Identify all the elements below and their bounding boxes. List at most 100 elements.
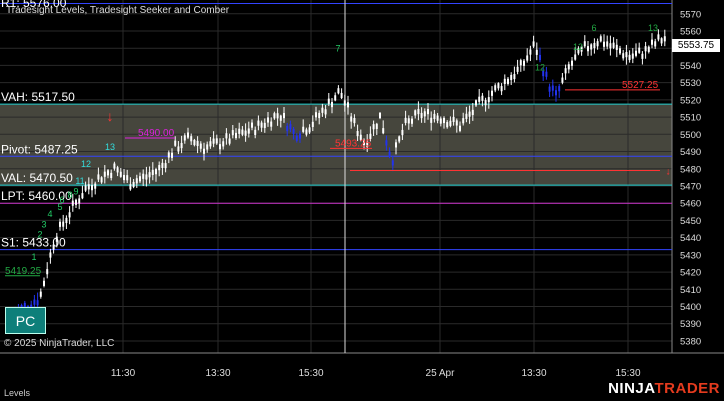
candle-body xyxy=(647,46,650,52)
candle-body xyxy=(244,130,247,136)
candle-body xyxy=(353,117,356,124)
candle-body xyxy=(65,217,68,224)
candle-body xyxy=(459,125,461,131)
candle-body xyxy=(654,41,657,47)
candle-body xyxy=(279,115,282,121)
candle-body xyxy=(212,138,215,144)
pc-button[interactable]: PC xyxy=(5,307,46,334)
candle-body xyxy=(142,173,145,179)
annotation-label: 5527.25 xyxy=(622,80,659,91)
y-tick-label: 5500 xyxy=(680,130,701,141)
candle-body xyxy=(503,78,506,84)
candle-body xyxy=(36,300,39,306)
annotation-label: 5493.25 xyxy=(335,138,372,149)
seeker-count-label: 12 xyxy=(535,63,545,73)
candle-body xyxy=(372,124,375,130)
candle-body xyxy=(539,54,541,61)
candle-body xyxy=(379,112,381,119)
candle-body xyxy=(238,128,241,134)
candle-body xyxy=(107,170,109,176)
candle-body xyxy=(119,171,122,177)
candle-body xyxy=(561,77,564,83)
candle-body xyxy=(305,129,308,135)
candle-body xyxy=(43,280,45,286)
candle-body xyxy=(193,139,196,146)
candle-body xyxy=(500,86,503,92)
ninjatrader-logo: NINJATRADER xyxy=(608,380,720,397)
candle-body xyxy=(641,53,644,59)
x-tick-label: 11:30 xyxy=(111,368,136,379)
y-tick-label: 5570 xyxy=(680,9,701,20)
candle-body xyxy=(225,133,228,139)
candle-body xyxy=(267,117,269,123)
candle-body xyxy=(526,55,529,61)
candle-body xyxy=(631,53,634,59)
candle-body xyxy=(427,108,429,115)
candle-body xyxy=(615,44,618,50)
candle-body xyxy=(196,140,199,147)
candle-body xyxy=(97,174,100,180)
candle-body xyxy=(625,52,628,58)
candle-body xyxy=(219,144,221,150)
candle-body xyxy=(347,102,349,108)
candle-body xyxy=(638,47,641,53)
candle-body xyxy=(52,244,55,250)
y-tick-label: 5420 xyxy=(680,268,701,279)
indicator-title: Tradesight Levels, Tradesight Seeker and… xyxy=(6,5,230,16)
candle-body xyxy=(161,162,164,169)
candle-body xyxy=(292,128,295,134)
candle-body xyxy=(350,116,353,122)
candle-body xyxy=(455,120,458,126)
candle-body xyxy=(660,38,663,44)
candle-body xyxy=(116,167,119,173)
candle-body xyxy=(433,113,436,120)
candle-body xyxy=(545,71,548,77)
candle-body xyxy=(478,96,481,102)
candle-body xyxy=(475,100,477,106)
candle-body xyxy=(103,171,106,177)
seeker-count-label: 13 xyxy=(648,23,658,33)
levels-tab[interactable]: Levels xyxy=(4,386,30,400)
candle-body xyxy=(295,135,298,141)
candle-body xyxy=(276,113,279,119)
seeker-count-label: 12 xyxy=(573,42,583,52)
candle-body xyxy=(391,160,394,166)
candle-body xyxy=(132,181,135,188)
candle-body xyxy=(148,172,151,178)
candle-body xyxy=(513,73,516,80)
candle-body xyxy=(94,183,97,189)
candle-body xyxy=(529,49,532,55)
y-tick-label: 5520 xyxy=(680,95,701,106)
candle-body xyxy=(33,299,36,305)
candle-body xyxy=(555,90,557,96)
seeker-count-label: 3 xyxy=(41,219,46,229)
x-tick-label: 15:30 xyxy=(615,368,640,379)
candle-body xyxy=(228,138,231,144)
candle-body xyxy=(270,121,273,127)
candle-body xyxy=(612,42,615,48)
candle-body xyxy=(145,174,148,180)
candle-body xyxy=(491,90,493,96)
candle-body xyxy=(619,48,621,54)
y-tick-label: 5540 xyxy=(680,61,701,72)
current-price-tag: 5553.75 xyxy=(672,39,720,52)
candle-body xyxy=(398,136,401,142)
candle-body xyxy=(388,151,391,157)
candle-body xyxy=(263,122,266,129)
candle-body xyxy=(113,163,116,169)
candle-body xyxy=(516,66,519,72)
candle-body xyxy=(75,199,77,205)
y-tick-label: 5560 xyxy=(680,26,701,37)
y-tick-label: 5400 xyxy=(680,302,701,313)
candle-body xyxy=(299,133,301,139)
candle-body xyxy=(110,172,113,179)
candle-body xyxy=(257,120,260,126)
candle-body xyxy=(59,221,61,227)
candle-body xyxy=(603,41,605,47)
candle-body xyxy=(590,44,593,50)
candle-body xyxy=(206,144,209,150)
candle-body xyxy=(87,184,90,190)
candle-body xyxy=(395,142,397,148)
y-tick-label: 5510 xyxy=(680,113,701,124)
candle-body xyxy=(523,60,525,66)
